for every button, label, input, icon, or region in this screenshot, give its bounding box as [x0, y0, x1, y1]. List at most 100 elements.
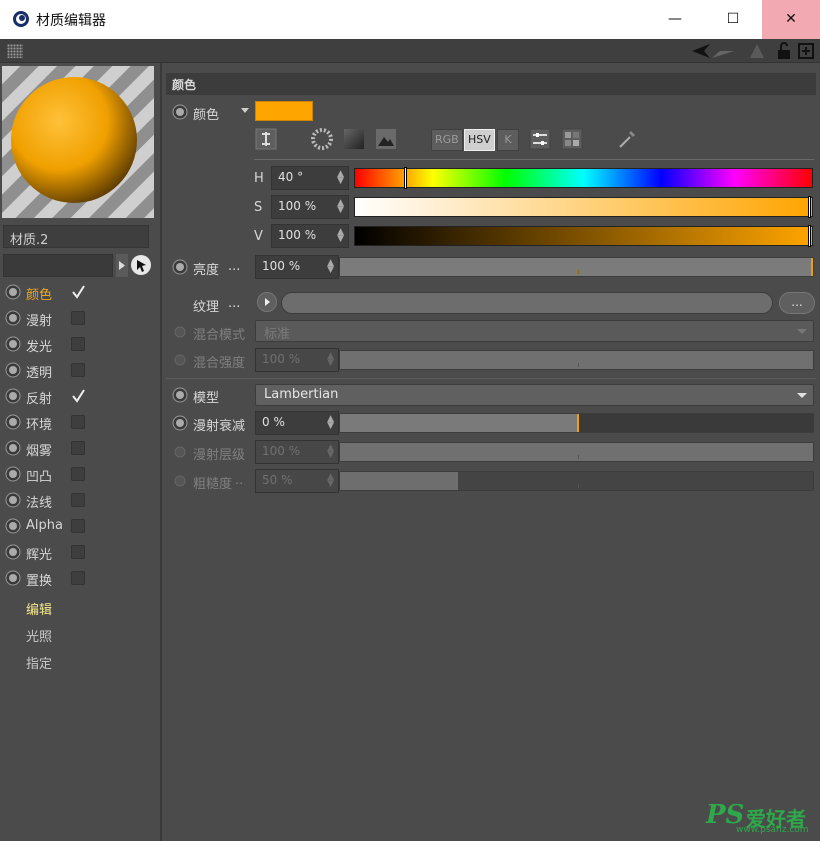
channel-checkbox[interactable]	[71, 337, 85, 351]
channel-item[interactable]: 置换	[0, 566, 160, 590]
material-name-field[interactable]: 材质.2	[3, 225, 149, 248]
channel-label[interactable]: 法线	[26, 492, 52, 511]
radio-icon[interactable]	[5, 518, 21, 534]
channel-item[interactable]: 烟雾	[0, 436, 160, 460]
channel-checkbox[interactable]	[71, 363, 85, 377]
kelvin-mode-button[interactable]: K	[497, 129, 519, 151]
radio-icon[interactable]	[172, 415, 188, 431]
subnav-item[interactable]: 光照	[26, 626, 52, 645]
channel-label[interactable]: 颜色	[26, 284, 52, 303]
lock-icon[interactable]	[776, 42, 792, 60]
radio-icon[interactable]	[172, 387, 188, 403]
channel-checkbox[interactable]	[71, 545, 85, 559]
image-picture-icon[interactable]	[375, 128, 397, 150]
radio-icon[interactable]	[5, 466, 21, 482]
channel-checkbox[interactable]	[71, 571, 85, 585]
radio-icon[interactable]	[5, 544, 21, 560]
subnav-item[interactable]: 指定	[26, 653, 52, 672]
channel-checkbox[interactable]	[71, 519, 85, 533]
channel-label[interactable]: 透明	[26, 362, 52, 381]
value-slider[interactable]	[354, 225, 813, 247]
channel-label[interactable]: Alpha	[26, 518, 63, 533]
channel-checkbox[interactable]	[71, 493, 85, 507]
channel-checkbox[interactable]	[71, 311, 85, 325]
close-button[interactable]: ✕	[762, 0, 820, 39]
saturation-slider-handle[interactable]	[808, 196, 811, 218]
saturation-input[interactable]: 100 % ▲ ▼	[271, 195, 349, 219]
radio-icon[interactable]	[5, 414, 21, 430]
hsv-mode-button[interactable]: HSV	[464, 129, 495, 151]
new-window-icon[interactable]	[798, 42, 814, 60]
grip-handle-icon[interactable]	[7, 44, 23, 58]
checkmark-icon[interactable]	[71, 389, 85, 403]
color-wheel-icon[interactable]	[311, 128, 333, 150]
stepper-arrows-icon[interactable]: ▲ ▼	[327, 415, 334, 431]
pointer-cursor-icon[interactable]	[130, 254, 152, 276]
radio-icon[interactable]	[5, 570, 21, 586]
stepper-arrows-icon[interactable]: ▲ ▼	[337, 228, 344, 244]
rgb-mode-button[interactable]: RGB	[431, 129, 463, 151]
channel-checkbox[interactable]	[71, 415, 85, 429]
saturation-slider[interactable]	[354, 196, 813, 218]
channel-item[interactable]: 漫射	[0, 306, 160, 330]
radio-icon[interactable]	[5, 336, 21, 352]
channel-item[interactable]: 发光	[0, 332, 160, 356]
maximize-button[interactable]: ☐	[704, 0, 762, 39]
value-slider-handle[interactable]	[808, 225, 811, 247]
radio-icon[interactable]	[172, 104, 188, 120]
checkmark-icon[interactable]	[71, 285, 85, 299]
channel-item[interactable]: 辉光	[0, 540, 160, 564]
channel-item[interactable]: 颜色	[0, 280, 160, 304]
texture-browse-button[interactable]: ...	[779, 292, 815, 314]
channel-item[interactable]: 反射	[0, 384, 160, 408]
channel-item[interactable]: 环境	[0, 410, 160, 434]
hue-input[interactable]: 40 ° ▲ ▼	[271, 166, 349, 190]
stepper-arrows-icon[interactable]: ▲ ▼	[327, 259, 334, 275]
swatches-icon[interactable]	[561, 128, 583, 150]
color-swatch[interactable]	[255, 101, 313, 121]
slider-handle[interactable]	[576, 414, 579, 432]
channel-label[interactable]: 辉光	[26, 544, 52, 563]
radio-icon[interactable]	[5, 492, 21, 508]
eyedropper-icon[interactable]	[616, 128, 638, 150]
nav-back-forward-icon[interactable]	[690, 42, 738, 60]
radio-icon[interactable]	[5, 284, 21, 300]
channel-label[interactable]: 置换	[26, 570, 52, 589]
channel-label[interactable]: 环境	[26, 414, 52, 433]
channel-checkbox[interactable]	[71, 467, 85, 481]
channel-label[interactable]: 反射	[26, 388, 52, 407]
channel-checkbox[interactable]	[71, 441, 85, 455]
color-dropdown-icon[interactable]	[241, 108, 249, 113]
value-input[interactable]: 100 % ▲ ▼	[271, 224, 349, 248]
texture-menu-button[interactable]	[257, 292, 277, 312]
model-dropdown[interactable]: Lambertian	[255, 384, 814, 406]
channel-item[interactable]: 透明	[0, 358, 160, 382]
brightness-slider[interactable]	[339, 257, 814, 277]
subnav-item[interactable]: 编辑	[26, 599, 52, 618]
radio-icon[interactable]	[5, 310, 21, 326]
channel-item[interactable]: 法线	[0, 488, 160, 512]
hue-slider[interactable]	[354, 167, 813, 189]
mixer-sliders-icon[interactable]	[529, 128, 551, 150]
up-arrow-icon[interactable]	[748, 42, 766, 60]
gradient-square-icon[interactable]	[343, 128, 365, 150]
channel-search-input[interactable]	[3, 254, 113, 277]
diffuse-falloff-input[interactable]: 0 % ▲ ▼	[255, 411, 339, 435]
channel-item[interactable]: Alpha	[0, 514, 160, 538]
channel-label[interactable]: 漫射	[26, 310, 52, 329]
brightness-input[interactable]: 100 % ▲ ▼	[255, 255, 339, 279]
texture-field[interactable]	[281, 292, 773, 314]
diffuse-falloff-slider[interactable]	[339, 413, 814, 433]
spectrum-icon[interactable]	[255, 128, 277, 150]
radio-icon[interactable]	[5, 362, 21, 378]
channel-item[interactable]: 凹凸	[0, 462, 160, 486]
radio-icon[interactable]	[5, 440, 21, 456]
channel-label[interactable]: 发光	[26, 336, 52, 355]
radio-icon[interactable]	[5, 388, 21, 404]
channel-label[interactable]: 烟雾	[26, 440, 52, 459]
minimize-button[interactable]: —	[646, 0, 704, 39]
hue-slider-handle[interactable]	[403, 167, 407, 189]
channel-label[interactable]: 凹凸	[26, 466, 52, 485]
material-preview[interactable]	[2, 66, 154, 218]
radio-icon[interactable]	[172, 259, 188, 275]
